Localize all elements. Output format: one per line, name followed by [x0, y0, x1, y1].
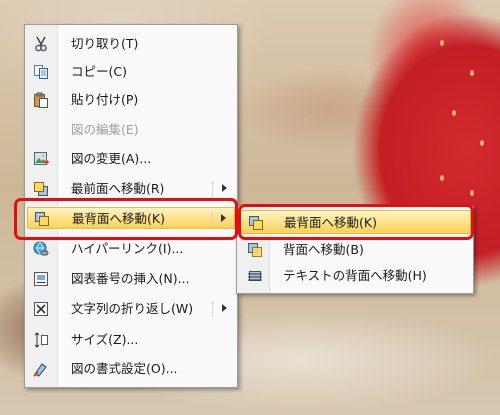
menu-item-label: 図表番号の挿入(N)... — [71, 271, 190, 286]
scissors-icon — [33, 36, 49, 52]
menu-item-paste[interactable]: 貼り付け(P) — [27, 89, 235, 111]
menu-item-label: 最前面へ移動(R) — [71, 181, 165, 196]
submenu-arrow-icon — [222, 304, 227, 312]
menu-item-label: 文字列の折り返し(W) — [71, 301, 194, 316]
menu-item-format-picture[interactable]: 図の書式設定(O)... — [27, 358, 235, 380]
menu-item-insert-caption[interactable]: 図表番号の挿入(N)... — [27, 268, 235, 290]
menu-item-size[interactable]: サイズ(Z)... — [27, 329, 235, 351]
submenu-item-behind-text[interactable]: テキストの背面へ移動(H) — [239, 264, 471, 288]
menu-item-label: 図の編集(E) — [71, 122, 139, 137]
submenu-item-send-backward[interactable]: 背面へ移動(B) — [239, 238, 471, 262]
menu-item-label: 図の変更(A)... — [71, 151, 152, 166]
menu-item-bring-to-front[interactable]: 最前面へ移動(R) — [27, 178, 235, 200]
menu-item-text-wrapping[interactable]: 文字列の折り返し(W) — [27, 298, 235, 320]
menu-item-edit-picture[interactable]: 図の編集(E) — [27, 119, 235, 141]
format-picture-icon — [33, 361, 49, 377]
submenu-item-label: テキストの背面へ移動(H) — [283, 268, 427, 283]
menu-item-hyperlink[interactable]: ハイパーリンク(I)... — [27, 238, 235, 260]
menu-item-label: 図の書式設定(O)... — [71, 361, 178, 376]
strawberry-seed — [452, 110, 456, 116]
highlight-outline-main — [14, 198, 238, 240]
bring-to-front-icon — [33, 181, 49, 197]
text-wrapping-icon — [33, 301, 49, 317]
strawberry-seed — [440, 40, 444, 46]
menu-item-label: 切り取り(T) — [71, 36, 139, 51]
menu-item-label: 貼り付け(P) — [71, 92, 139, 107]
submenu-item-label: 背面へ移動(B) — [283, 242, 364, 257]
hyperlink-icon — [33, 241, 49, 257]
send-backward-icon — [247, 242, 263, 258]
menu-item-label: コピー(C) — [71, 64, 127, 79]
submenu-divider — [212, 301, 213, 317]
strawberry-seed — [470, 190, 474, 196]
size-icon — [33, 332, 49, 348]
strawberry-seed — [480, 140, 484, 146]
copy-icon — [33, 64, 49, 80]
paste-icon — [33, 92, 49, 108]
menu-item-label: ハイパーリンク(I)... — [71, 241, 184, 256]
menu-item-cut[interactable]: 切り取り(T) — [27, 33, 235, 55]
submenu-arrow-icon — [222, 184, 227, 192]
behind-text-icon — [247, 268, 263, 284]
menu-item-copy[interactable]: コピー(C) — [27, 61, 235, 83]
highlight-outline-submenu — [238, 204, 474, 240]
strawberry-seed — [470, 70, 474, 76]
change-picture-icon — [33, 151, 50, 167]
menu-item-label: サイズ(Z)... — [71, 332, 139, 347]
submenu-divider — [212, 181, 213, 197]
strawberry-seed — [440, 175, 444, 181]
insert-caption-icon — [33, 271, 49, 287]
menu-item-change-picture[interactable]: 図の変更(A)... — [27, 148, 235, 170]
